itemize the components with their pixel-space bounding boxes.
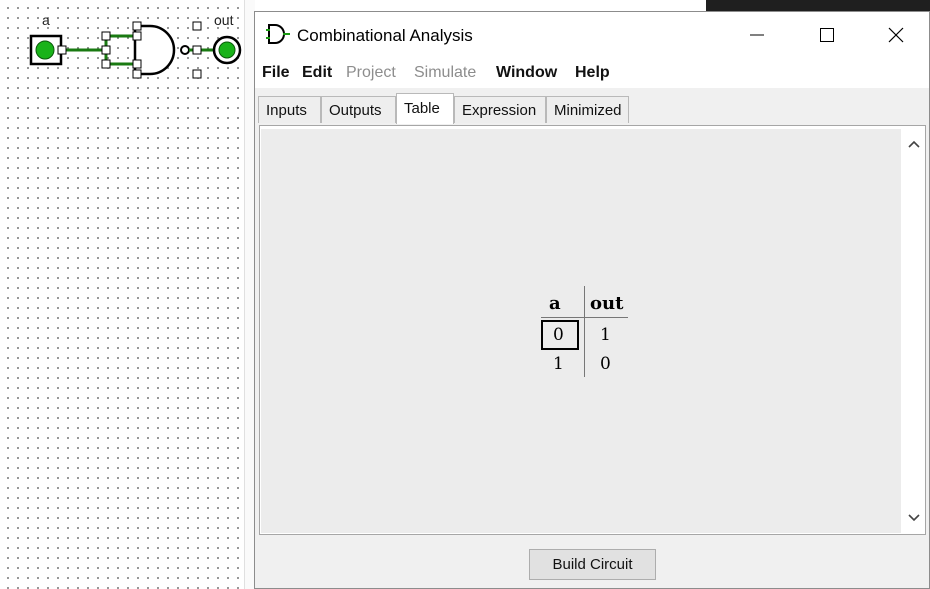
menu-simulate[interactable]: Simulate	[414, 64, 476, 82]
menu-bar: File Edit Project Simulate Window Help	[255, 58, 929, 88]
truth-table-cell-r0-out[interactable]: 1	[600, 325, 611, 345]
menu-window[interactable]: Window	[496, 64, 557, 82]
truth-table-divider-horizontal	[541, 317, 628, 318]
output-pin-led	[218, 41, 236, 59]
minimize-button[interactable]	[722, 12, 792, 58]
tab-outputs[interactable]: Outputs	[321, 96, 396, 123]
circuit-canvas[interactable]: a out	[0, 0, 255, 589]
maximize-button[interactable]	[792, 12, 862, 58]
menu-edit[interactable]: Edit	[302, 64, 332, 82]
minimize-icon	[750, 34, 764, 36]
tab-minimized[interactable]: Minimized	[546, 96, 629, 123]
truth-table-header-out: out	[590, 293, 624, 314]
tab-table[interactable]: Table	[396, 93, 454, 124]
menu-project[interactable]: Project	[346, 64, 396, 82]
truth-table-divider-vertical	[584, 286, 585, 377]
close-button[interactable]	[861, 12, 930, 58]
title-bar[interactable]: Combinational Analysis	[255, 12, 929, 58]
menu-file[interactable]: File	[262, 64, 290, 82]
app-logo-icon	[266, 24, 290, 44]
input-pin-led	[35, 40, 55, 60]
tab-expression[interactable]: Expression	[454, 96, 546, 123]
build-circuit-button[interactable]: Build Circuit	[529, 549, 656, 580]
maximize-icon	[820, 28, 834, 42]
truth-table-cell-r1-out[interactable]: 0	[600, 354, 611, 374]
window-title: Combinational Analysis	[297, 26, 473, 45]
output-pin-label: out	[214, 12, 234, 28]
truth-table-area[interactable]: a out 0 1 1 0	[261, 129, 901, 533]
input-pin-label: a	[42, 12, 50, 28]
truth-table-header-a: a	[549, 293, 561, 314]
truth-table-cell-r1-a[interactable]: 1	[553, 354, 564, 374]
menu-help[interactable]: Help	[575, 64, 610, 82]
tab-content-panel: a out 0 1 1 0	[259, 125, 926, 535]
truth-table-cell-r0-a[interactable]: 0	[553, 325, 564, 345]
combinational-analysis-window: Combinational Analysis File Edit Project…	[254, 11, 930, 589]
scroll-up-icon[interactable]	[907, 137, 921, 151]
tab-inputs[interactable]: Inputs	[258, 96, 321, 123]
vertical-scrollbar[interactable]	[904, 129, 924, 533]
scroll-down-icon[interactable]	[907, 511, 921, 525]
close-icon	[888, 27, 904, 43]
background-window-strip	[706, 0, 930, 11]
